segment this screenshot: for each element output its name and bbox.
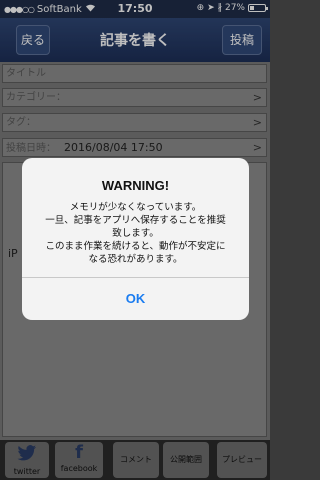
warning-alert: WARNING! メモリが少なくなっています。 一旦、記事をアプリへ保存すること… xyxy=(22,158,249,320)
alert-message-line: メモリが少なくなっています。 xyxy=(69,202,202,213)
alert-message-line: 一旦、記事をアプリへ保存することを推奨 xyxy=(45,215,226,226)
alert-message-line: 致します。 xyxy=(112,228,159,239)
alert-message-line: このまま作業を続けると、動作が不安定に xyxy=(45,241,226,252)
alert-message-line: なる恐れがあります。 xyxy=(88,254,183,265)
ok-button[interactable]: OK xyxy=(22,278,249,320)
alert-title: WARNING! xyxy=(101,178,170,193)
alert-message: メモリが少なくなっています。 一旦、記事をアプリへ保存することを推奨 致します。… xyxy=(32,201,239,266)
